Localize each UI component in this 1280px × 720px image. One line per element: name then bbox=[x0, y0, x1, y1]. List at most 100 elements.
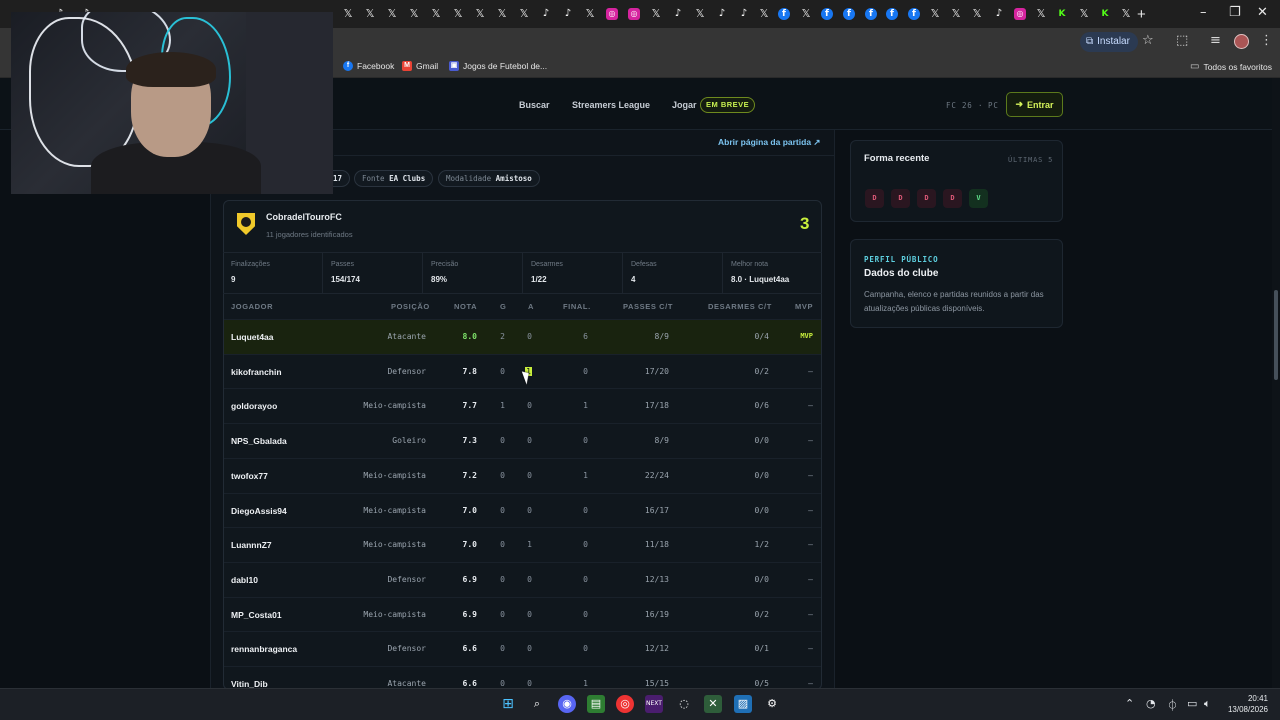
browser-menu-icon[interactable]: ⋮ bbox=[1260, 33, 1273, 48]
table-row[interactable]: NPS_Gbalada Goleiro 7.3 0 0 0 8/9 0/0 — bbox=[224, 423, 821, 458]
x-tab-icon[interactable]: 𝕏 bbox=[694, 8, 706, 20]
x-tab-icon[interactable]: 𝕏 bbox=[452, 8, 464, 20]
table-row[interactable]: MP_Costa01 Meio-campista 6.9 0 0 0 16/19 0/2 — bbox=[224, 596, 821, 632]
player-name[interactable]: LuannnZ7 bbox=[231, 540, 272, 550]
tiktok-tab-icon[interactable]: ♪ bbox=[562, 8, 574, 20]
x-tab-icon[interactable]: 𝕏 bbox=[342, 8, 354, 20]
player-position: Goleiro bbox=[392, 436, 426, 446]
x-tab-icon[interactable]: 𝕏 bbox=[584, 8, 596, 20]
bookmark-gmail[interactable]: M Gmail bbox=[402, 61, 438, 71]
x-tab-icon[interactable]: 𝕏 bbox=[1078, 8, 1090, 20]
app-icon[interactable]: NEXT bbox=[645, 695, 663, 713]
volume-icon[interactable]: 🔈︎ bbox=[1204, 697, 1211, 711]
facebook-tab-icon[interactable]: f bbox=[908, 8, 920, 20]
install-button[interactable]: ⧉ Instalar bbox=[1080, 32, 1138, 52]
player-name[interactable]: Luquet4aa bbox=[231, 332, 274, 342]
table-row[interactable]: DiegoAssis94 Meio-campista 7.0 0 0 0 16/17 0/0 — bbox=[224, 492, 821, 528]
x-tab-icon[interactable]: 𝕏 bbox=[950, 8, 962, 20]
page-scrollbar[interactable] bbox=[1272, 78, 1280, 688]
bookmark-jogos[interactable]: ▣ Jogos de Futebol de... bbox=[449, 61, 547, 71]
discord-icon[interactable]: ◉ bbox=[558, 695, 576, 713]
windows-start-icon[interactable]: ⊞ bbox=[499, 695, 517, 713]
settings-gear-icon[interactable]: ⚙ bbox=[763, 695, 781, 713]
instagram-tab-icon[interactable]: ◎ bbox=[1014, 8, 1026, 20]
new-tab-icon[interactable]: + bbox=[1137, 6, 1146, 23]
x-tab-icon[interactable]: 𝕏 bbox=[364, 8, 376, 20]
instagram-tab-icon[interactable]: ◎ bbox=[606, 8, 618, 20]
table-row[interactable]: goldorayoo Meio-campista 7.7 1 0 1 17/18 0/6 — bbox=[224, 388, 821, 423]
player-assists: 0 bbox=[527, 574, 532, 584]
table-row[interactable]: twofox77 Meio-campista 7.2 0 0 1 22/24 0/0 — bbox=[224, 457, 821, 493]
player-name[interactable]: goldorayoo bbox=[231, 401, 277, 411]
player-name[interactable]: NPS_Gbalada bbox=[231, 436, 287, 446]
x-tab-icon[interactable]: 𝕏 bbox=[650, 8, 662, 20]
tiktok-tab-icon[interactable]: ♪ bbox=[540, 8, 552, 20]
player-name[interactable]: DiegoAssis94 bbox=[231, 506, 287, 516]
microphone-icon[interactable]: ⏀ bbox=[1167, 697, 1178, 713]
bookmark-facebook[interactable]: f Facebook bbox=[343, 61, 394, 71]
extensions-icon[interactable]: ⬚ bbox=[1176, 33, 1188, 48]
x-tab-icon[interactable]: 𝕏 bbox=[518, 8, 530, 20]
xbox-icon[interactable]: ✕ bbox=[704, 695, 722, 713]
app-icon[interactable]: ▤ bbox=[587, 695, 605, 713]
nav-buscar[interactable]: Buscar bbox=[519, 100, 550, 110]
tab-search-icon[interactable]: ≡ bbox=[1210, 33, 1221, 48]
x-tab-icon[interactable]: 𝕏 bbox=[408, 8, 420, 20]
bookmark-star-icon[interactable]: ☆ bbox=[1142, 33, 1154, 48]
app-icon[interactable]: ◌ bbox=[675, 695, 693, 713]
restore-icon[interactable]: ❐ bbox=[1229, 5, 1241, 20]
table-row[interactable]: LuannnZ7 Meio-campista 7.0 0 1 0 11/18 1/2 — bbox=[224, 527, 821, 562]
profile-avatar[interactable] bbox=[1234, 34, 1249, 49]
enter-button[interactable]: ➜ Entrar bbox=[1006, 92, 1063, 117]
x-tab-icon[interactable]: 𝕏 bbox=[758, 8, 770, 20]
tiktok-tab-icon[interactable]: ♪ bbox=[716, 8, 728, 20]
player-name[interactable]: rennanbraganca bbox=[231, 644, 297, 654]
open-match-link[interactable]: Abrir página da partida ↗ bbox=[718, 137, 821, 148]
facebook-tab-icon[interactable]: f bbox=[865, 8, 877, 20]
player-rating: 6.9 bbox=[462, 609, 477, 619]
table-row[interactable]: dabl10 Defensor 6.9 0 0 0 12/13 0/0 — bbox=[224, 561, 821, 597]
x-tab-icon[interactable]: 𝕏 bbox=[929, 8, 941, 20]
x-tab-icon[interactable]: 𝕏 bbox=[430, 8, 442, 20]
nav-jogar[interactable]: Jogar bbox=[672, 100, 697, 110]
player-name[interactable]: dabl10 bbox=[231, 575, 258, 585]
instagram-tab-icon[interactable]: ◎ bbox=[628, 8, 640, 20]
col-mvp: MVP bbox=[795, 302, 814, 311]
chrome-icon[interactable]: ◎ bbox=[616, 695, 634, 713]
x-tab-icon[interactable]: 𝕏 bbox=[1035, 8, 1047, 20]
network-icon[interactable]: ▭ bbox=[1187, 697, 1197, 710]
kick-tab-icon[interactable]: K bbox=[1056, 8, 1068, 20]
tiktok-tab-icon[interactable]: ♪ bbox=[738, 8, 750, 20]
table-row[interactable]: rennanbraganca Defensor 6.6 0 0 0 12/12 0/1 — bbox=[224, 631, 821, 666]
all-bookmarks[interactable]: ▭ Todos os favoritos bbox=[1190, 61, 1272, 72]
tiktok-tab-icon[interactable]: ♪ bbox=[672, 8, 684, 20]
x-tab-icon[interactable]: 𝕏 bbox=[386, 8, 398, 20]
photos-icon[interactable]: ▨ bbox=[734, 695, 752, 713]
search-icon[interactable]: ⌕ bbox=[528, 695, 546, 713]
facebook-tab-icon[interactable]: f bbox=[843, 8, 855, 20]
kick-tab-icon[interactable]: K bbox=[1099, 8, 1111, 20]
tray-app-icon[interactable]: ◔ bbox=[1146, 697, 1156, 710]
minimize-icon[interactable]: – bbox=[1200, 5, 1207, 20]
x-tab-icon[interactable]: 𝕏 bbox=[474, 8, 486, 20]
x-tab-icon[interactable]: 𝕏 bbox=[800, 8, 812, 20]
player-tackles: 0/2 bbox=[754, 366, 769, 376]
facebook-tab-icon[interactable]: f bbox=[886, 8, 898, 20]
table-row[interactable]: Luquet4aa Atacante 8.0 2 0 6 8/9 0/4 MVP bbox=[224, 319, 821, 354]
tiktok-tab-icon[interactable]: ♪ bbox=[993, 8, 1005, 20]
player-name[interactable]: twofox77 bbox=[231, 471, 268, 481]
player-name[interactable]: MP_Costa01 bbox=[231, 610, 282, 620]
facebook-tab-icon[interactable]: f bbox=[778, 8, 790, 20]
scrollbar-thumb[interactable] bbox=[1274, 290, 1278, 380]
x-tab-icon[interactable]: 𝕏 bbox=[1120, 8, 1132, 20]
x-tab-icon[interactable]: 𝕏 bbox=[496, 8, 508, 20]
system-clock[interactable]: 20:41 13/08/2026 bbox=[1224, 693, 1268, 715]
x-tab-icon[interactable]: 𝕏 bbox=[971, 8, 983, 20]
facebook-tab-icon[interactable]: f bbox=[821, 8, 833, 20]
player-name[interactable]: kikofranchin bbox=[231, 367, 282, 377]
close-icon[interactable]: ✕ bbox=[1257, 5, 1268, 20]
tray-overflow-icon[interactable]: ⌃ bbox=[1125, 697, 1134, 710]
install-label: Instalar bbox=[1097, 36, 1130, 47]
team-name[interactable]: CobradelTouroFC bbox=[266, 212, 342, 222]
nav-streamers-league[interactable]: Streamers League bbox=[572, 100, 650, 110]
